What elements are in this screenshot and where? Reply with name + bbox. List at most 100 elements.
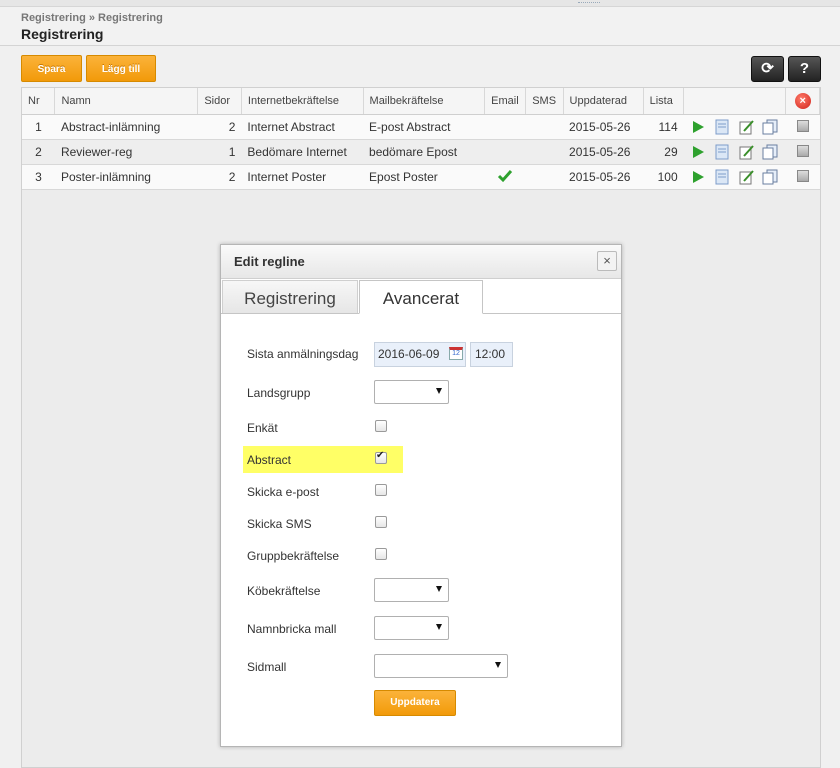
add-button[interactable]: Lägg till (86, 55, 156, 82)
table-header-row: Nr Namn Sidor Internetbekräftelse Mailbe… (22, 88, 820, 115)
col-nr[interactable]: Nr (22, 88, 56, 115)
enkat-label: Enkät (247, 421, 278, 435)
col-uppdaterad[interactable]: Uppdaterad (563, 88, 644, 115)
refresh-button[interactable]: ⟳ (751, 56, 784, 82)
save-button[interactable]: Spara (21, 55, 82, 82)
table-row[interactable]: 3 Poster-inlämning 2 Internet Poster Epo… (22, 164, 820, 190)
landsgrupp-select[interactable] (374, 380, 449, 404)
row-sidor: 2 (197, 114, 242, 140)
row-nr: 1 (22, 114, 55, 140)
row-nr: 2 (22, 139, 55, 165)
row-lista-link[interactable]: 29 (643, 139, 684, 165)
chevron-down-icon (436, 624, 442, 630)
date-field[interactable]: 2016-06-09 12 (374, 342, 466, 367)
row-name-link[interactable]: Reviewer-reg (54, 139, 198, 165)
play-icon[interactable] (690, 169, 706, 185)
row-email (484, 139, 526, 165)
resize-grip[interactable] (578, 2, 600, 6)
page-icon[interactable] (714, 169, 730, 185)
row-updated: 2015-05-26 (563, 164, 644, 190)
copy-icon[interactable] (762, 144, 778, 160)
tab-avancerat[interactable]: Avancerat (359, 280, 483, 314)
row-updated: 2015-05-26 (563, 139, 644, 165)
namnbricka-select[interactable] (374, 616, 449, 640)
row-select[interactable] (785, 139, 820, 165)
skicka-epost-checkbox[interactable] (375, 484, 387, 496)
row-name-link[interactable]: Abstract-inlämning (54, 114, 198, 140)
row-lista-link[interactable]: 114 (643, 114, 684, 140)
sidmall-label: Sidmall (247, 660, 287, 674)
gruppbekraftelse-checkbox[interactable] (375, 548, 387, 560)
table-row[interactable]: 2 Reviewer-reg 1 Bedömare Internet bedöm… (22, 139, 820, 165)
chevron-down-icon (436, 586, 442, 592)
edit-icon[interactable] (738, 169, 754, 185)
abstract-label: Abstract (247, 453, 292, 467)
landsgrupp-label: Landsgrupp (247, 386, 311, 400)
col-sms[interactable]: SMS (525, 88, 564, 115)
row-name-link[interactable]: Poster-inlämning (54, 164, 198, 190)
copy-icon[interactable] (762, 119, 778, 135)
tab-registrering[interactable]: Registrering (222, 280, 358, 313)
close-button[interactable]: × (597, 251, 617, 271)
time-field[interactable]: 12:00 (470, 342, 513, 367)
update-button[interactable]: Uppdatera (374, 690, 456, 716)
dialog-header: Edit regline × (221, 245, 621, 279)
row-checkbox[interactable] (796, 169, 809, 182)
row-sidor: 1 (197, 139, 242, 165)
date-value: 2016-06-09 (378, 347, 440, 361)
row-actions (683, 114, 786, 140)
col-sidor[interactable]: Sidor (197, 88, 242, 115)
row-checkbox[interactable] (796, 119, 809, 132)
refresh-icon: ⟳ (761, 60, 774, 77)
row-select[interactable] (785, 164, 820, 190)
help-button[interactable]: ? (788, 56, 821, 82)
kobekraftelse-select[interactable] (374, 578, 449, 602)
play-icon[interactable] (690, 144, 706, 160)
breadcrumb: Registrering » Registrering (21, 12, 163, 24)
top-border (0, 0, 840, 7)
row-nr: 3 (22, 164, 55, 190)
row-checkbox[interactable] (796, 144, 809, 157)
row-internet: Internet Poster (241, 164, 364, 190)
col-lista[interactable]: Lista (643, 88, 685, 115)
col-delete[interactable]: × (785, 88, 820, 115)
row-internet: Bedömare Internet (241, 139, 364, 165)
gruppbekraftelse-label: Gruppbekräftelse (247, 549, 340, 563)
row-sms (525, 164, 564, 190)
col-email[interactable]: Email (484, 88, 527, 115)
row-select[interactable] (785, 114, 820, 140)
namnbricka-label: Namnbricka mall (247, 622, 337, 636)
row-sms (525, 139, 564, 165)
enkat-checkbox[interactable] (375, 420, 387, 432)
col-mail[interactable]: Mailbekräftelse (363, 88, 486, 115)
skicka-sms-checkbox[interactable] (375, 516, 387, 528)
row-actions (683, 139, 786, 165)
page-title: Registrering (21, 26, 104, 42)
dialog-tabs: Registrering Avancerat (221, 279, 621, 314)
row-email (484, 114, 526, 140)
table-row[interactable]: 1 Abstract-inlämning 2 Internet Abstract… (22, 114, 820, 140)
edit-icon[interactable] (738, 144, 754, 160)
col-actions (683, 88, 787, 115)
help-icon: ? (799, 60, 810, 77)
row-email (484, 164, 526, 190)
row-mail: Epost Poster (363, 164, 485, 190)
row-actions (683, 164, 786, 190)
col-internet[interactable]: Internetbekräftelse (241, 88, 364, 115)
edit-icon[interactable] (738, 119, 754, 135)
calendar-icon[interactable]: 12 (449, 347, 463, 360)
play-icon[interactable] (690, 119, 706, 135)
copy-icon[interactable] (762, 169, 778, 185)
kobekraftelse-label: Köbekräftelse (247, 584, 321, 598)
row-lista-link[interactable]: 100 (643, 164, 684, 190)
abstract-checkbox[interactable] (375, 450, 387, 464)
delete-all-icon[interactable]: × (794, 93, 811, 109)
page-header: Registrering » Registrering Registrering (0, 7, 840, 46)
chevron-down-icon (436, 388, 442, 394)
sidmall-select[interactable] (374, 654, 508, 678)
checkmark-icon (498, 169, 513, 182)
col-namn[interactable]: Namn (54, 88, 199, 115)
edit-regline-dialog: Edit regline × Registrering Avancerat Si… (220, 244, 622, 747)
page-icon[interactable] (714, 144, 730, 160)
page-icon[interactable] (714, 119, 730, 135)
